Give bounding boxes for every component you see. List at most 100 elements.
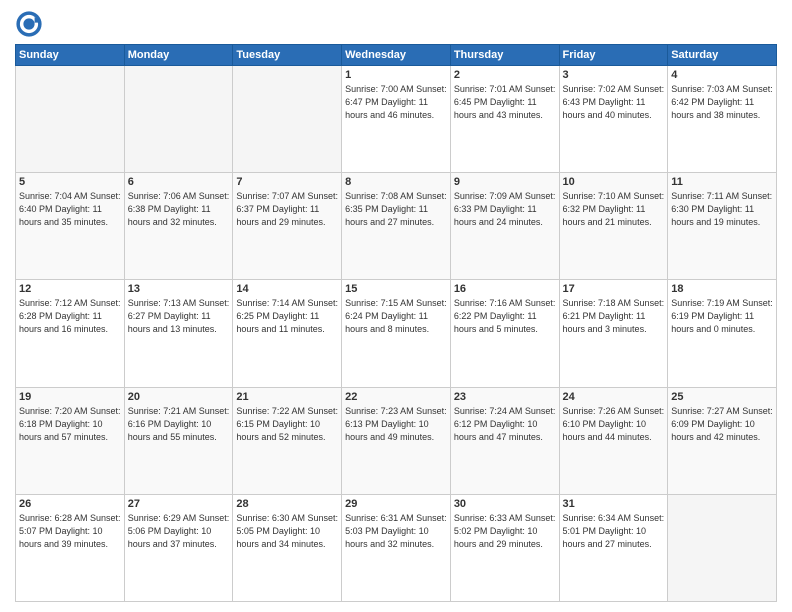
calendar-cell: 27Sunrise: 6:29 AM Sunset: 5:06 PM Dayli…: [124, 494, 233, 601]
calendar-cell: 24Sunrise: 7:26 AM Sunset: 6:10 PM Dayli…: [559, 387, 668, 494]
day-info: Sunrise: 7:20 AM Sunset: 6:18 PM Dayligh…: [19, 405, 121, 444]
calendar-cell: 22 Sunrise: 7:23 AM Sunset: 6:13 PM Dayli…: [342, 387, 451, 494]
day-number: 18: [671, 283, 773, 295]
calendar-cell: 25 Sunrise: 7:27 AM Sunset: 6:09 PM Dayli…: [668, 387, 777, 494]
week-row-3: 19 Sunrise: 7:20 AM Sunset: 6:18 PM Dayli…: [16, 387, 777, 494]
calendar-cell: 5 Sunrise: 7:04 AM Sunset: 6:40 PM Daylig…: [16, 173, 125, 280]
weekday-header-saturday: Saturday: [668, 45, 777, 66]
weekday-header-monday: Monday: [124, 45, 233, 66]
day-info: Sunrise: 7:12 AM Sunset: 6:28 PM Dayligh…: [19, 297, 121, 336]
day-number: 5: [19, 176, 121, 188]
calendar-cell: 8Sunrise: 7:08 AM Sunset: 6:35 PM Daylig…: [342, 173, 451, 280]
day-number: 22: [345, 391, 447, 403]
calendar-cell: 7 Sunrise: 7:07 AM Sunset: 6:37 PM Daylig…: [233, 173, 342, 280]
calendar-body: 1 Sunrise: 7:00 AM Sunset: 6:47 PM Daylig…: [16, 66, 777, 602]
day-info: Sunrise: 7:01 AM Sunset: 6:45 PM Dayligh…: [454, 83, 556, 122]
calendar-cell: 30Sunrise: 6:33 AM Sunset: 5:02 PM Dayli…: [450, 494, 559, 601]
week-row-2: 12 Sunrise: 7:12 AM Sunset: 6:28 PM Dayli…: [16, 280, 777, 387]
day-info: Sunrise: 6:28 AM Sunset: 5:07 PM Dayligh…: [19, 512, 121, 551]
calendar-cell: 10 Sunrise: 7:10 AM Sunset: 6:32 PM Dayli…: [559, 173, 668, 280]
calendar-cell: 31 Sunrise: 6:34 AM Sunset: 5:01 PM Dayli…: [559, 494, 668, 601]
day-number: 6: [128, 176, 230, 188]
day-info: Sunrise: 6:33 AM Sunset: 5:02 PM Dayligh…: [454, 512, 556, 551]
calendar-header: SundayMondayTuesdayWednesdayThursdayFrid…: [16, 45, 777, 66]
day-number: 26: [19, 498, 121, 510]
page: SundayMondayTuesdayWednesdayThursdayFrid…: [0, 0, 792, 612]
day-number: 16: [454, 283, 556, 295]
day-number: 12: [19, 283, 121, 295]
calendar-cell: 14Sunrise: 7:14 AM Sunset: 6:25 PM Dayli…: [233, 280, 342, 387]
day-number: 7: [236, 176, 338, 188]
day-info: Sunrise: 7:19 AM Sunset: 6:19 PM Dayligh…: [671, 297, 773, 336]
calendar-cell: 19 Sunrise: 7:20 AM Sunset: 6:18 PM Dayli…: [16, 387, 125, 494]
day-number: 25: [671, 391, 773, 403]
day-info: Sunrise: 7:22 AM Sunset: 6:15 PM Dayligh…: [236, 405, 338, 444]
calendar-cell: [233, 66, 342, 173]
calendar-cell: 16 Sunrise: 7:16 AM Sunset: 6:22 PM Dayli…: [450, 280, 559, 387]
calendar-cell: 6 Sunrise: 7:06 AM Sunset: 6:38 PM Daylig…: [124, 173, 233, 280]
weekday-header-wednesday: Wednesday: [342, 45, 451, 66]
calendar-cell: 2 Sunrise: 7:01 AM Sunset: 6:45 PM Daylig…: [450, 66, 559, 173]
calendar-cell: [668, 494, 777, 601]
day-number: 19: [19, 391, 121, 403]
week-row-4: 26 Sunrise: 6:28 AM Sunset: 5:07 PM Dayli…: [16, 494, 777, 601]
day-number: 31: [563, 498, 665, 510]
day-info: Sunrise: 7:06 AM Sunset: 6:38 PM Dayligh…: [128, 190, 230, 229]
calendar-cell: 21 Sunrise: 7:22 AM Sunset: 6:15 PM Dayli…: [233, 387, 342, 494]
day-info: Sunrise: 7:08 AM Sunset: 6:35 PM Dayligh…: [345, 190, 447, 229]
day-info: Sunrise: 7:07 AM Sunset: 6:37 PM Dayligh…: [236, 190, 338, 229]
day-info: Sunrise: 7:04 AM Sunset: 6:40 PM Dayligh…: [19, 190, 121, 229]
day-info: Sunrise: 6:34 AM Sunset: 5:01 PM Dayligh…: [563, 512, 665, 551]
day-number: 15: [345, 283, 447, 295]
calendar-cell: 4 Sunrise: 7:03 AM Sunset: 6:42 PM Daylig…: [668, 66, 777, 173]
weekday-header-sunday: Sunday: [16, 45, 125, 66]
day-info: Sunrise: 7:27 AM Sunset: 6:09 PM Dayligh…: [671, 405, 773, 444]
day-info: Sunrise: 7:18 AM Sunset: 6:21 PM Dayligh…: [563, 297, 665, 336]
day-number: 29: [345, 498, 447, 510]
calendar-cell: 28 Sunrise: 6:30 AM Sunset: 5:05 PM Dayli…: [233, 494, 342, 601]
calendar-cell: 3Sunrise: 7:02 AM Sunset: 6:43 PM Daylig…: [559, 66, 668, 173]
day-number: 20: [128, 391, 230, 403]
day-info: Sunrise: 7:00 AM Sunset: 6:47 PM Dayligh…: [345, 83, 447, 122]
week-row-0: 1 Sunrise: 7:00 AM Sunset: 6:47 PM Daylig…: [16, 66, 777, 173]
day-number: 11: [671, 176, 773, 188]
day-info: Sunrise: 7:11 AM Sunset: 6:30 PM Dayligh…: [671, 190, 773, 229]
day-number: 10: [563, 176, 665, 188]
calendar-cell: 12 Sunrise: 7:12 AM Sunset: 6:28 PM Dayli…: [16, 280, 125, 387]
calendar-cell: [16, 66, 125, 173]
day-number: 9: [454, 176, 556, 188]
day-number: 3: [563, 69, 665, 81]
day-number: 27: [128, 498, 230, 510]
calendar-cell: 13Sunrise: 7:13 AM Sunset: 6:27 PM Dayli…: [124, 280, 233, 387]
weekday-row: SundayMondayTuesdayWednesdayThursdayFrid…: [16, 45, 777, 66]
day-info: Sunrise: 7:09 AM Sunset: 6:33 PM Dayligh…: [454, 190, 556, 229]
calendar-cell: 20 Sunrise: 7:21 AM Sunset: 6:16 PM Dayli…: [124, 387, 233, 494]
calendar-cell: 11 Sunrise: 7:11 AM Sunset: 6:30 PM Dayli…: [668, 173, 777, 280]
day-number: 17: [563, 283, 665, 295]
day-info: Sunrise: 6:30 AM Sunset: 5:05 PM Dayligh…: [236, 512, 338, 551]
weekday-header-tuesday: Tuesday: [233, 45, 342, 66]
day-number: 21: [236, 391, 338, 403]
week-row-1: 5 Sunrise: 7:04 AM Sunset: 6:40 PM Daylig…: [16, 173, 777, 280]
calendar-cell: 26 Sunrise: 6:28 AM Sunset: 5:07 PM Dayli…: [16, 494, 125, 601]
day-info: Sunrise: 7:23 AM Sunset: 6:13 PM Dayligh…: [345, 405, 447, 444]
day-info: Sunrise: 7:26 AM Sunset: 6:10 PM Dayligh…: [563, 405, 665, 444]
day-info: Sunrise: 7:21 AM Sunset: 6:16 PM Dayligh…: [128, 405, 230, 444]
day-info: Sunrise: 7:16 AM Sunset: 6:22 PM Dayligh…: [454, 297, 556, 336]
day-info: Sunrise: 7:14 AM Sunset: 6:25 PM Dayligh…: [236, 297, 338, 336]
day-number: 1: [345, 69, 447, 81]
header: [15, 10, 777, 38]
day-info: Sunrise: 7:10 AM Sunset: 6:32 PM Dayligh…: [563, 190, 665, 229]
weekday-header-friday: Friday: [559, 45, 668, 66]
day-info: Sunrise: 7:03 AM Sunset: 6:42 PM Dayligh…: [671, 83, 773, 122]
day-number: 2: [454, 69, 556, 81]
calendar-cell: 9 Sunrise: 7:09 AM Sunset: 6:33 PM Daylig…: [450, 173, 559, 280]
calendar-cell: 23Sunrise: 7:24 AM Sunset: 6:12 PM Dayli…: [450, 387, 559, 494]
day-number: 4: [671, 69, 773, 81]
logo-icon: [15, 10, 43, 38]
day-info: Sunrise: 7:24 AM Sunset: 6:12 PM Dayligh…: [454, 405, 556, 444]
calendar-cell: 29 Sunrise: 6:31 AM Sunset: 5:03 PM Dayli…: [342, 494, 451, 601]
calendar-cell: 1 Sunrise: 7:00 AM Sunset: 6:47 PM Daylig…: [342, 66, 451, 173]
day-info: Sunrise: 6:31 AM Sunset: 5:03 PM Dayligh…: [345, 512, 447, 551]
day-number: 28: [236, 498, 338, 510]
